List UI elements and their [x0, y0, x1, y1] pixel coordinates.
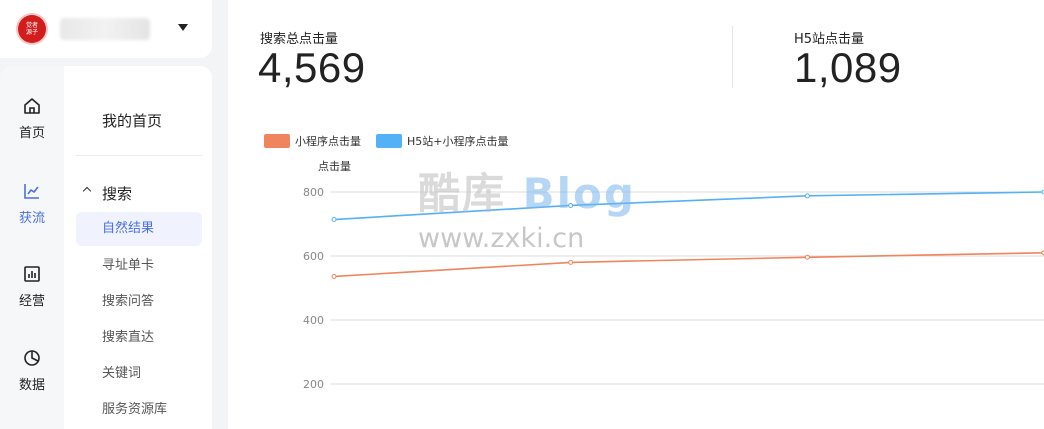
- data-point: [804, 193, 810, 199]
- data-point: [804, 254, 810, 260]
- data-point: [331, 217, 337, 223]
- rail-label-traffic: 获流: [18, 211, 45, 226]
- account-name-blurred: [60, 18, 150, 40]
- subnav-item-natural-results[interactable]: 自然结果: [76, 212, 202, 246]
- data-point: [568, 202, 574, 208]
- y-tick-label: 400: [303, 314, 324, 327]
- subnav-item-service-library[interactable]: 服务资源库: [76, 393, 202, 427]
- legend-item-mini-program[interactable]: 小程序点击量: [264, 133, 361, 149]
- rail-item-operate[interactable]: 经营: [0, 264, 64, 309]
- bar-chart-icon: [24, 266, 40, 282]
- y-tick-label: 600: [303, 250, 324, 263]
- y-tick-label: 800: [303, 186, 324, 199]
- main-content: 搜索总点击量 4,569 H5站点击量 1,089 小程序点击量 H5站+小程序…: [228, 0, 1044, 429]
- subnav-item-address-card[interactable]: 寻址单卡: [76, 249, 202, 283]
- legend-swatch-blue: [376, 134, 402, 148]
- rail-item-data[interactable]: 数据: [0, 348, 64, 393]
- rail-label-home: 首页: [18, 126, 45, 141]
- sub-navigation: 我的首页 搜索 自然结果 寻址单卡 搜索问答 搜索直达 关键词 服务资源库: [64, 66, 212, 429]
- y-axis-label: 点击量: [318, 160, 351, 173]
- brand-logo: 觉者 源子: [18, 15, 46, 43]
- subnav-item-search-qa[interactable]: 搜索问答: [76, 285, 202, 319]
- subnav-item-keywords[interactable]: 关键词: [76, 357, 202, 391]
- data-point: [331, 273, 337, 279]
- rail-item-traffic[interactable]: 获流: [0, 181, 64, 226]
- data-point: [568, 259, 574, 265]
- rail-label-data: 数据: [18, 378, 45, 393]
- metric-value-h5-clicks: 1,089: [794, 44, 902, 91]
- subnav-item-search-direct[interactable]: 搜索直达: [76, 321, 202, 355]
- legend-swatch-orange: [264, 134, 290, 148]
- rail-item-home[interactable]: 首页: [0, 96, 64, 141]
- y-tick-label: 200: [303, 378, 324, 391]
- subnav-group-search[interactable]: 搜索: [102, 183, 132, 204]
- legend-label-h5-plus-mini: H5站+小程序点击量: [407, 135, 509, 148]
- legend-item-h5-plus-mini[interactable]: H5站+小程序点击量: [376, 133, 509, 149]
- pie-chart-icon: [24, 350, 40, 366]
- subnav-home[interactable]: 我的首页: [102, 110, 162, 131]
- brand-logo-text: 觉者 源子: [25, 22, 38, 36]
- rail-label-operate: 经营: [18, 294, 45, 309]
- legend-label-mini-program: 小程序点击量: [295, 135, 361, 148]
- metric-divider: [732, 26, 733, 88]
- chevron-up-icon[interactable]: [82, 186, 92, 196]
- caret-down-icon[interactable]: [178, 24, 188, 31]
- line-chart: 点击量 800 600 400 200: [303, 160, 1044, 391]
- icon-rail: 首页 获流 经营 数据: [0, 66, 64, 429]
- trend-icon: [24, 184, 39, 199]
- home-icon: [24, 98, 40, 114]
- subnav-divider: [76, 155, 202, 156]
- brand-header: 觉者 源子: [0, 0, 212, 58]
- metric-value-total-clicks: 4,569: [258, 44, 366, 91]
- series-line-h5-plus-mini: [333, 191, 1044, 221]
